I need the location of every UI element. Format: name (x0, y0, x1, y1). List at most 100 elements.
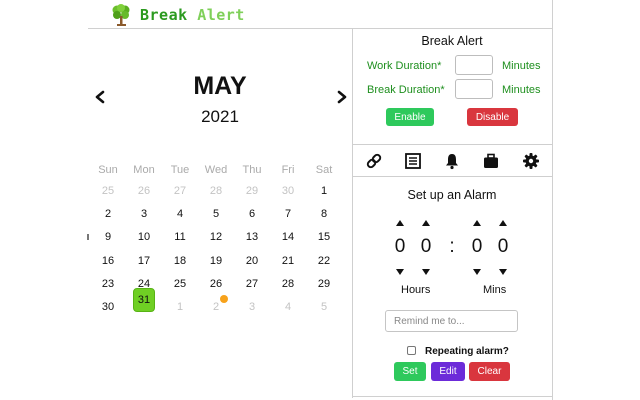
calendar-day[interactable]: 1 (306, 180, 342, 203)
panel-divider (352, 28, 353, 398)
frame-divider (552, 0, 553, 400)
calendar-day-today[interactable]: 31 (126, 287, 162, 319)
min-ones-up-arrow-icon[interactable] (498, 219, 508, 227)
disable-button[interactable]: Disable (467, 108, 518, 126)
gear-icon (523, 153, 539, 169)
clear-alarm-button[interactable]: Clear (469, 362, 510, 381)
bell-tab[interactable] (443, 152, 461, 170)
calendar-day[interactable]: 14 (270, 226, 306, 249)
today-highlight: 31 (133, 287, 155, 312)
break-duration-label: Break Duration* (367, 84, 445, 96)
calendar-day[interactable]: 22 (306, 250, 342, 273)
calendar-day[interactable]: 2 (198, 296, 234, 319)
work-units-label: Minutes (502, 60, 541, 72)
frame-divider (88, 28, 553, 29)
weekday-label: Mon (133, 164, 155, 176)
calendar-day[interactable]: 1 (162, 296, 198, 319)
mins-label: Mins (483, 284, 507, 296)
chevron-left-icon (95, 90, 105, 104)
calendar-day[interactable]: 13 (234, 226, 270, 249)
prev-month-button[interactable] (94, 90, 106, 104)
calendar-day[interactable]: 9 (90, 226, 126, 249)
work-duration-input[interactable] (455, 55, 493, 75)
calendar-year: 2021 (201, 107, 239, 126)
weekday-label: Tue (170, 164, 190, 176)
calendar-day[interactable]: 4 (162, 203, 198, 226)
hour-tens-down-arrow-icon[interactable] (395, 268, 405, 276)
calendar-day[interactable]: 2 (90, 203, 126, 226)
calendar-day[interactable]: 8 (306, 203, 342, 226)
calendar-day[interactable]: 5 (198, 203, 234, 226)
repeating-alarm-checkbox[interactable] (407, 346, 416, 355)
calendar-day[interactable]: 28 (198, 180, 234, 203)
calendar-day[interactable]: 26 (126, 180, 162, 203)
brand-title-part2: Alert (197, 6, 245, 24)
min-tens-up-arrow-icon[interactable] (472, 219, 482, 227)
calendar-day[interactable]: 28 (270, 273, 306, 296)
repeating-alarm-label: Repeating alarm? (425, 346, 509, 357)
break-units-label: Minutes (502, 84, 541, 96)
link-icon (366, 153, 382, 169)
calendar-day[interactable]: 10 (126, 226, 162, 249)
min-tens-down-arrow-icon[interactable] (472, 268, 482, 276)
weekday-label: Sun (98, 164, 118, 176)
frame-divider (352, 396, 552, 397)
break-duration-input[interactable] (455, 79, 493, 99)
bell-icon (446, 154, 458, 170)
calendar-day[interactable]: 12 (198, 226, 234, 249)
calendar-day[interactable]: 27 (162, 180, 198, 203)
settings-tab[interactable] (522, 152, 540, 170)
tree-icon (112, 4, 130, 26)
calendar-day[interactable]: 18 (162, 250, 198, 273)
briefcase-tab[interactable] (482, 152, 500, 170)
calendar-day[interactable]: 26 (198, 273, 234, 296)
calendar-day[interactable]: 6 (234, 203, 270, 226)
link-tab[interactable] (365, 152, 383, 170)
remind-input[interactable] (385, 310, 518, 332)
hour-ones-up-arrow-icon[interactable] (421, 219, 431, 227)
section-divider (352, 144, 552, 145)
enable-button[interactable]: Enable (386, 108, 434, 126)
calendar-day[interactable]: 4 (270, 296, 306, 319)
calendar-day[interactable]: 29 (234, 180, 270, 203)
hour-tens-up-arrow-icon[interactable] (395, 219, 405, 227)
calendar-day[interactable]: 3 (126, 203, 162, 226)
calendar-day[interactable]: 17 (126, 250, 162, 273)
list-tab[interactable] (404, 152, 422, 170)
calendar-day[interactable]: 7 (270, 203, 306, 226)
min-ones-down-arrow-icon[interactable] (498, 268, 508, 276)
tool-bar (352, 150, 552, 172)
calendar-day[interactable]: 11 (162, 226, 198, 249)
app-header: Break Alert (88, 0, 553, 28)
calendar-day[interactable]: 5 (306, 296, 342, 319)
frame-marker (87, 234, 89, 240)
calendar-day[interactable]: 23 (90, 273, 126, 296)
next-month-button[interactable] (336, 90, 348, 104)
time-separator: : (449, 236, 455, 257)
calendar-grid: 25 26 27 28 29 30 1 2 3 4 5 6 7 8 9 10 11 12 13 14 15 16 17 18 1… (90, 180, 342, 319)
calendar-day[interactable]: 25 (162, 273, 198, 296)
chevron-right-icon (337, 90, 347, 104)
edit-alarm-button[interactable]: Edit (431, 362, 465, 381)
calendar-day[interactable]: 3 (234, 296, 270, 319)
event-indicator (220, 295, 228, 303)
hour-ones-down-arrow-icon[interactable] (421, 268, 431, 276)
calendar-day[interactable]: 15 (306, 226, 342, 249)
hours-label: Hours (401, 284, 431, 296)
calendar-day[interactable]: 30 (90, 296, 126, 319)
set-alarm-button[interactable]: Set (394, 362, 426, 381)
weekday-label: Wed (204, 164, 228, 176)
calendar-day[interactable]: 25 (90, 180, 126, 203)
calendar-day[interactable]: 21 (270, 250, 306, 273)
calendar-day[interactable]: 29 (306, 273, 342, 296)
calendar-day[interactable]: 20 (234, 250, 270, 273)
alarm-title: Set up an Alarm (407, 188, 497, 202)
calendar-day[interactable]: 30 (270, 180, 306, 203)
weekday-label: Sat (315, 164, 333, 176)
calendar-day[interactable]: 19 (198, 250, 234, 273)
calendar-day[interactable]: 16 (90, 250, 126, 273)
list-icon (405, 153, 421, 169)
calendar-day[interactable]: 27 (234, 273, 270, 296)
break-alert-title: Break Alert (421, 34, 483, 48)
weekday-header: Sun Mon Tue Wed Thu Fri Sat (90, 164, 342, 178)
